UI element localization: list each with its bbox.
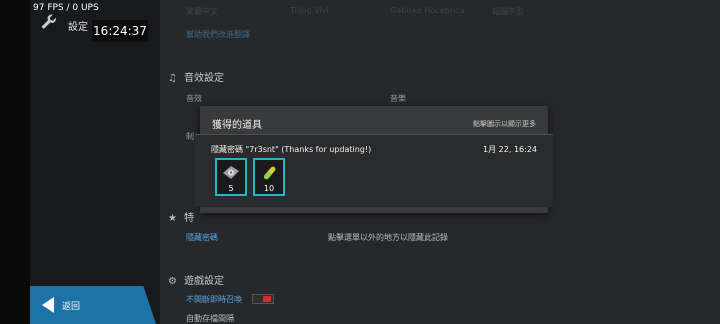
gear-ticket-icon: [223, 166, 239, 179]
translate-help-link[interactable]: 幫助我們改進翻譯: [186, 29, 250, 40]
gamepad-icon: ⚙: [168, 276, 177, 287]
star-icon: ★: [168, 213, 177, 224]
production-label: 制: [186, 132, 194, 141]
always-online-label: 不間斷即時召喚: [186, 295, 242, 304]
dismiss-hint: 點擊選單以外的地方以隱藏此記錄: [328, 233, 448, 242]
sidebar: [30, 0, 160, 324]
sfx-label: 音效: [186, 94, 202, 103]
hidden-code-link[interactable]: 隱藏密碼: [186, 232, 218, 243]
audio-section-title: ♫ 音效設定: [168, 69, 224, 84]
item-count: 5: [228, 184, 234, 193]
reward-time: 1月 22, 16:24: [483, 145, 537, 154]
dialog-hint: 點擊圖示以顯示更多: [473, 120, 536, 128]
game-title-text: 遊戲設定: [184, 276, 224, 287]
back-label: 返回: [62, 302, 81, 312]
audio-title-text: 音效設定: [184, 73, 224, 84]
wrench-icon: [41, 14, 56, 29]
reward-item-1[interactable]: 5: [215, 158, 247, 196]
option-3[interactable]: Gabiske Hocebrica: [390, 6, 465, 15]
clock: 16:24:37: [92, 20, 148, 42]
reward-name: 隱藏密碼 "7r3snt" (Thanks for updating!): [211, 145, 372, 154]
music-note-icon: ♫: [168, 73, 177, 84]
music-label: 音樂: [390, 94, 406, 103]
option-4[interactable]: 超過字型: [492, 6, 524, 17]
option-2[interactable]: Tiling Vivi: [290, 6, 328, 15]
fps-counter: 97 FPS / 0 UPS: [33, 3, 99, 13]
dialog-title: 獲得的道具: [212, 120, 262, 131]
back-button[interactable]: 返回: [30, 286, 156, 324]
special-section-title: ★ 特: [168, 209, 194, 224]
autosave-label: 自動存檔間隔: [186, 314, 234, 323]
back-arrow-icon: [42, 297, 54, 313]
sidebar-title: 設定: [68, 22, 88, 33]
game-section-title: ⚙ 遊戲設定: [168, 272, 224, 287]
reward-item-2[interactable]: 10: [253, 158, 285, 196]
gold-capsule-icon: [263, 166, 276, 180]
special-title-text: 特: [184, 213, 194, 224]
language-option[interactable]: 繁體中文: [186, 6, 218, 17]
reward-entry[interactable]: 隱藏密碼 "7r3snt" (Thanks for updating!) 1月 …: [195, 134, 553, 207]
item-count: 10: [263, 184, 275, 193]
always-online-toggle[interactable]: [252, 294, 274, 304]
left-edge: [0, 0, 30, 324]
